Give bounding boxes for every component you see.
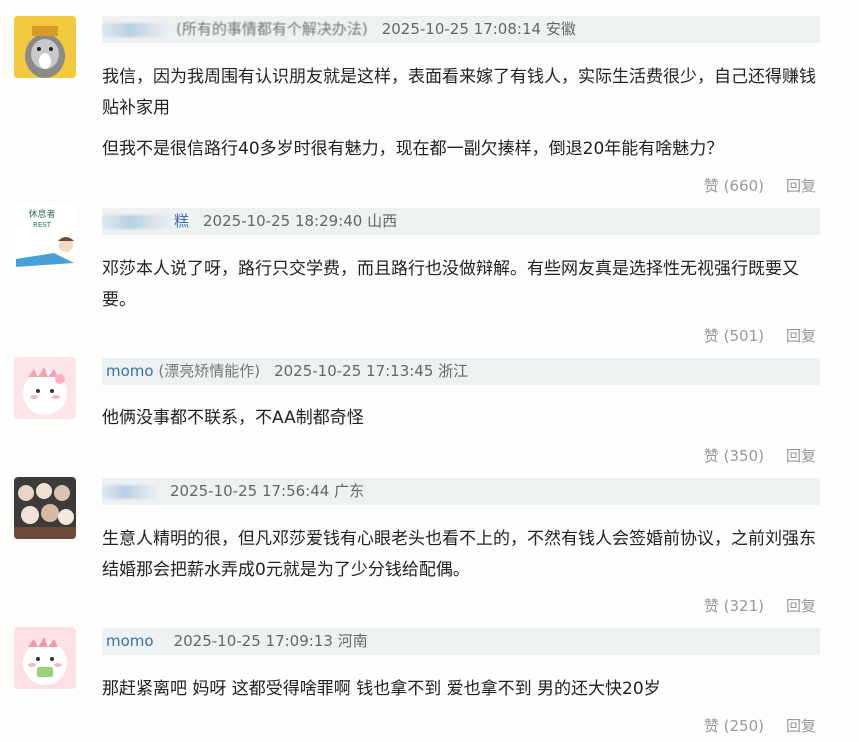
reply-button[interactable]: 回复 [786,327,816,345]
group-photo-avatar-icon[interactable] [14,477,76,539]
comment-time: 2025-10-25 17:13:45 [274,362,434,380]
comment-time: 2025-10-25 17:09:13 [173,632,333,650]
comment-location: 安徽 [545,20,576,38]
comment-body: 我信，因为我周围有认识朋友就是这样，表面看来嫁了有钱人，实际生活费很少，自己还得… [102,62,822,165]
like-button[interactable]: 赞 (660) [704,177,764,195]
username[interactable]: momo [106,362,154,380]
sleeping-avatar-icon[interactable]: 休息者 REST [14,205,76,267]
username[interactable]: momo [106,632,154,650]
comment-header: 2025-10-25 17:56:44 广东 [102,478,820,505]
comment-body: 生意人精明的很，但凡邓莎爱钱有心眼老头也看不上的，不然有钱人会签婚前协议，之前刘… [102,524,822,586]
reply-button[interactable]: 回复 [786,597,816,615]
comment-text: 那赶紧离吧 妈呀 这都受得啥罪啊 钱也拿不到 爱也拿不到 男的还大快20岁 [102,679,661,699]
comment-actions: 赞 (250) 回复 [682,715,816,736]
pink-dino-avatar-icon[interactable] [14,627,76,689]
user-tag: (漂亮矫情能作) [158,362,261,380]
comment-actions: 赞 (660) 回复 [682,175,816,196]
comment-body: 邓莎本人说了呀，路行只交学费，而且路行也没做辩解。有些网友真是选择性无视强行既要… [102,254,822,316]
comment-text: 但我不是很信路行40多岁时很有魅力，现在都一副欠揍样，倒退20年能有啥魅力？ [102,139,724,159]
comment-header: momo (漂亮矫情能作) 2025-10-25 17:13:45 浙江 [102,358,820,385]
blurred-username[interactable] [102,214,174,229]
user-tag: (所有的事情都有个解决办法) [176,20,368,38]
comment-location: 广东 [334,482,365,500]
blurred-username[interactable] [102,484,160,499]
bear-avatar-icon[interactable] [14,16,76,78]
avatar-text: 休息者 [28,208,55,220]
username[interactable]: 糕 [174,212,189,230]
reply-button[interactable]: 回复 [786,177,816,195]
like-button[interactable]: 赞 (250) [704,717,764,735]
comment-body: 那赶紧离吧 妈呀 这都受得啥罪啊 钱也拿不到 爱也拿不到 男的还大快20岁 [102,674,822,705]
comment-location: 浙江 [438,362,469,380]
comment-text: 邓莎本人说了呀，路行只交学费，而且路行也没做辩解。有些网友真是选择性无视强行既要… [102,259,799,310]
like-button[interactable]: 赞 (350) [704,447,764,465]
comment-body: 他俩没事都不联系，不AA制都奇怪 [102,403,822,434]
comment-actions: 赞 (501) 回复 [682,325,816,346]
comment-actions: 赞 (321) 回复 [682,595,816,616]
reply-button[interactable]: 回复 [786,717,816,735]
comment-location: 河南 [337,632,368,650]
comment-header: (所有的事情都有个解决办法) 2025-10-25 17:08:14 安徽 [102,16,820,43]
avatar-text: REST [33,221,52,229]
comment-time: 2025-10-25 17:08:14 [381,20,542,38]
comment-text: 我信，因为我周围有认识朋友就是这样，表面看来嫁了有钱人，实际生活费很少，自己还得… [102,67,816,118]
reply-button[interactable]: 回复 [786,447,816,465]
blurred-username[interactable] [102,22,172,37]
pink-dino-avatar-icon[interactable] [14,357,76,419]
comment-header: momo 2025-10-25 17:09:13 河南 [102,628,820,655]
comment-time: 2025-10-25 17:56:44 [170,482,330,500]
comment-actions: 赞 (350) 回复 [682,445,816,466]
comment-text: 生意人精明的很，但凡邓莎爱钱有心眼老头也看不上的，不然有钱人会签婚前协议，之前刘… [102,529,816,580]
comment-text: 他俩没事都不联系，不AA制都奇怪 [102,408,364,428]
comment-location: 山西 [367,212,398,230]
like-button[interactable]: 赞 (321) [704,597,764,615]
comment-header: 糕 2025-10-25 18:29:40 山西 [102,208,820,235]
like-button[interactable]: 赞 (501) [704,327,764,345]
comment-time: 2025-10-25 18:29:40 [203,212,363,230]
